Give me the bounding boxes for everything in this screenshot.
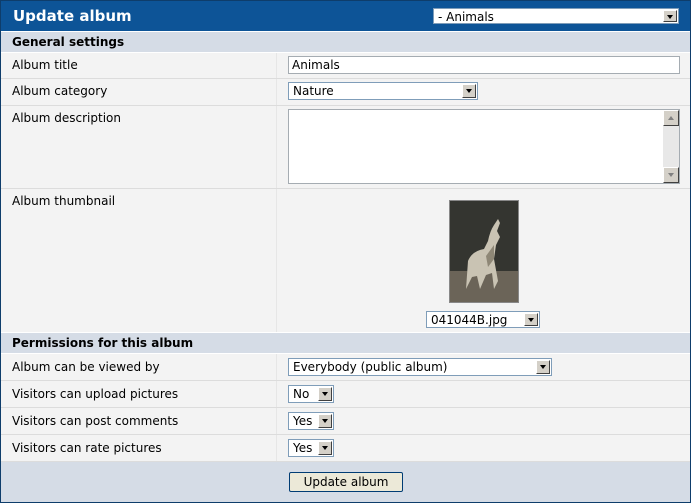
comments-label: Visitors can post comments xyxy=(12,414,179,428)
album-category-select[interactable]: Nature xyxy=(288,82,478,100)
chevron-down-icon[interactable] xyxy=(318,441,332,455)
album-category-value: Nature xyxy=(293,84,334,98)
album-thumbnail-label: Album thumbnail xyxy=(12,194,116,208)
album-description-row: Album description xyxy=(1,106,690,189)
wolf-image xyxy=(450,201,518,302)
column-divider xyxy=(276,106,277,188)
column-divider xyxy=(276,408,277,434)
permissions-header: Permissions for this album xyxy=(1,332,690,354)
rate-row: Visitors can rate pictures Yes xyxy=(1,435,690,462)
upload-label: Visitors can upload pictures xyxy=(12,387,179,401)
title-bar: Update album - Animals xyxy=(1,1,690,32)
viewed-by-select[interactable]: Everybody (public album) xyxy=(288,358,552,376)
upload-value: No xyxy=(293,387,310,401)
description-scrollbar[interactable] xyxy=(663,110,679,183)
rate-value: Yes xyxy=(293,441,313,455)
column-divider xyxy=(276,53,277,78)
chevron-down-icon[interactable] xyxy=(318,414,332,428)
column-divider xyxy=(276,381,277,407)
chevron-down-icon[interactable] xyxy=(536,360,550,374)
thumbnail-file-value: 041044B.jpg xyxy=(431,313,508,327)
viewed-by-value: Everybody (public album) xyxy=(293,360,448,374)
album-thumbnail-row: Album thumbnail xyxy=(1,189,690,333)
comments-row: Visitors can post comments Yes xyxy=(1,408,690,435)
scroll-down-icon[interactable] xyxy=(663,167,679,183)
form-footer: Update album xyxy=(1,462,690,502)
album-description-label: Album description xyxy=(12,111,121,125)
column-divider xyxy=(276,79,277,105)
column-divider xyxy=(276,189,277,332)
viewed-by-row: Album can be viewed by Everybody (public… xyxy=(1,354,690,381)
upload-select[interactable]: No xyxy=(288,385,334,403)
album-title-value: Animals xyxy=(292,58,340,72)
chevron-down-icon[interactable] xyxy=(462,84,476,98)
viewed-by-label: Album can be viewed by xyxy=(12,360,160,374)
comments-select[interactable]: Yes xyxy=(288,412,334,430)
rate-label: Visitors can rate pictures xyxy=(12,441,162,455)
scroll-up-icon[interactable] xyxy=(663,110,679,126)
update-album-form: Update album - Animals General settings … xyxy=(0,0,691,503)
chevron-down-icon[interactable] xyxy=(524,313,538,326)
album-select[interactable]: - Animals xyxy=(433,8,679,24)
chevron-down-icon[interactable] xyxy=(663,10,677,22)
thumbnail-file-select[interactable]: 041044B.jpg xyxy=(426,311,540,328)
rate-select[interactable]: Yes xyxy=(288,439,334,457)
album-title-input[interactable]: Animals xyxy=(288,56,680,74)
album-category-row: Album category Nature xyxy=(1,79,690,106)
general-settings-header: General settings xyxy=(1,31,690,53)
column-divider xyxy=(276,354,277,380)
upload-row: Visitors can upload pictures No xyxy=(1,381,690,408)
album-description-textarea[interactable] xyxy=(288,109,680,184)
general-settings-heading: General settings xyxy=(12,35,125,49)
chevron-down-icon[interactable] xyxy=(318,387,332,401)
update-album-button[interactable]: Update album xyxy=(289,472,403,492)
album-category-label: Album category xyxy=(12,84,108,98)
album-select-value: - Animals xyxy=(438,10,494,24)
album-title-row: Album title Animals xyxy=(1,53,690,79)
album-title-label: Album title xyxy=(12,58,78,72)
thumbnail-image xyxy=(449,200,519,303)
column-divider xyxy=(276,435,277,461)
comments-value: Yes xyxy=(293,414,313,428)
permissions-heading: Permissions for this album xyxy=(12,336,194,350)
page-title: Update album xyxy=(13,7,132,25)
